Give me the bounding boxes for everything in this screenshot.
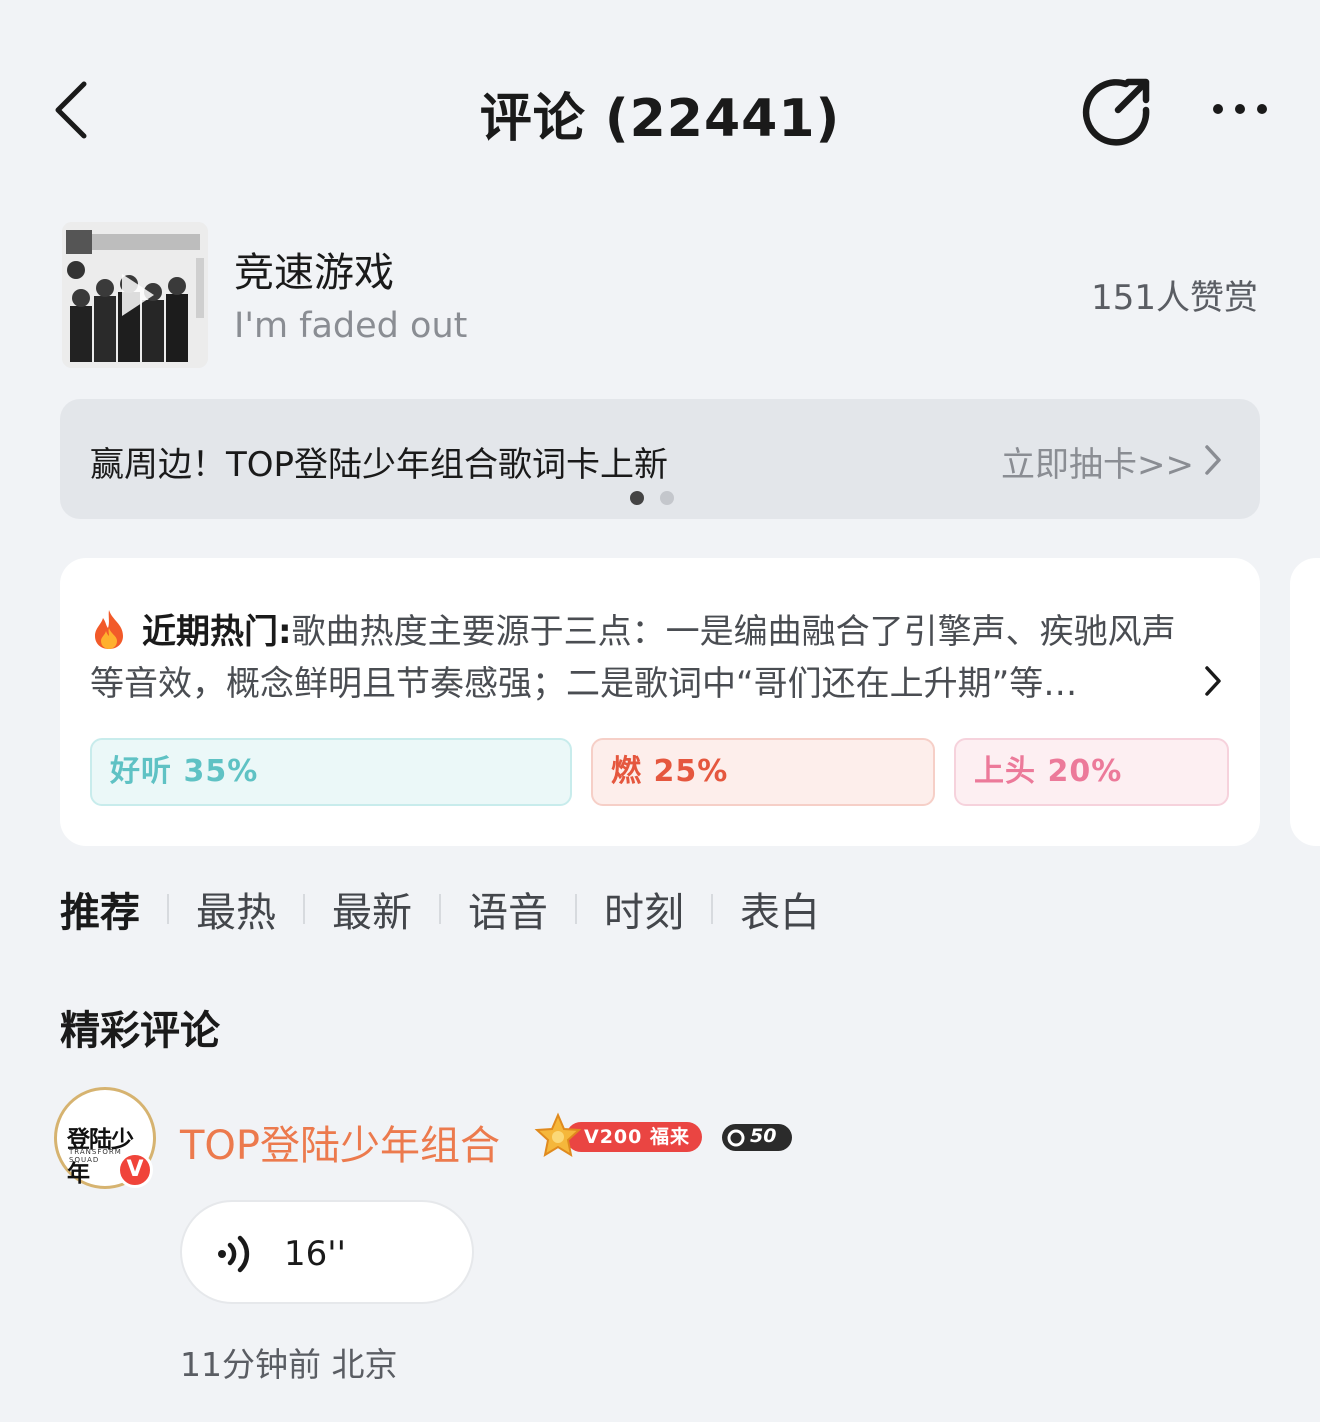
level-text: 50 — [750, 1125, 777, 1147]
avatar[interactable]: 登陆少年 TRANSFORM SQUAD V — [54, 1087, 156, 1189]
chevron-right-icon[interactable] — [1202, 664, 1224, 698]
level-ring-icon — [727, 1129, 745, 1147]
play-icon[interactable] — [110, 268, 160, 322]
tab-confession[interactable]: 表白 — [740, 880, 820, 938]
vip-badge-label: V200 福来 — [566, 1122, 702, 1152]
banner-link[interactable]: 立即抽卡>> — [1001, 437, 1194, 486]
song-title: 竞速游戏 — [234, 250, 394, 296]
tab-divider — [439, 894, 441, 924]
tab-divider — [711, 894, 713, 924]
banner-dot-active — [630, 491, 644, 505]
song-subtitle: I'm faded out — [234, 306, 468, 346]
section-title: 精彩评论 — [60, 1008, 220, 1054]
tag-ran[interactable]: 燃 25% — [591, 738, 935, 806]
hot-label: 近期热门: — [142, 612, 292, 652]
comment-username[interactable]: TOP登陆少年组合 — [180, 1113, 500, 1171]
tag-haoting[interactable]: 好听 35% — [90, 738, 572, 806]
hot-summary-card[interactable]: 近期热门:歌曲热度主要源于三点：一是编曲融合了引擎声、疾驰风声等音效，概念鲜明且… — [60, 558, 1260, 846]
tab-moments[interactable]: 时刻 — [604, 880, 684, 938]
star-icon — [534, 1112, 582, 1158]
share-icon[interactable] — [1082, 74, 1154, 146]
tag-shangtou[interactable]: 上头 20% — [954, 738, 1229, 806]
banner-text: 赢周边！TOP登陆少年组合歌词卡上新 — [90, 445, 669, 485]
verified-badge: V — [117, 1152, 153, 1188]
tab-recommended[interactable]: 推荐 — [60, 880, 140, 938]
voice-wave-icon — [218, 1235, 250, 1273]
tab-divider — [167, 894, 169, 924]
banner-dot — [660, 491, 674, 505]
praise-count[interactable]: 151人赞赏 — [1091, 270, 1258, 319]
voice-message[interactable]: 16'' — [180, 1200, 474, 1304]
hot-summary-text: 近期热门:歌曲热度主要源于三点：一是编曲融合了引擎声、疾驰风声等音效，概念鲜明且… — [90, 606, 1200, 710]
album-cover[interactable] — [62, 222, 208, 368]
tab-divider — [575, 894, 577, 924]
tab-divider — [303, 894, 305, 924]
vip-badge[interactable]: V200 福来 — [534, 1112, 704, 1160]
level-badge: 50 — [722, 1124, 792, 1151]
chevron-right-icon — [1205, 445, 1221, 475]
tab-newest[interactable]: 最新 — [332, 880, 412, 938]
comment-tabs: 推荐 最热 最新 语音 时刻 表白 — [60, 884, 820, 936]
comment-time-location: 11分钟前 北京 — [180, 1345, 398, 1384]
voice-duration: 16'' — [284, 1234, 346, 1274]
promo-banner[interactable]: 赢周边！TOP登陆少年组合歌词卡上新 立即抽卡>> — [60, 399, 1260, 519]
next-card-peek[interactable] — [1290, 558, 1320, 846]
tab-hottest[interactable]: 最热 — [196, 880, 276, 938]
tab-voice[interactable]: 语音 — [468, 880, 548, 938]
more-dots-icon[interactable] — [1204, 96, 1276, 122]
